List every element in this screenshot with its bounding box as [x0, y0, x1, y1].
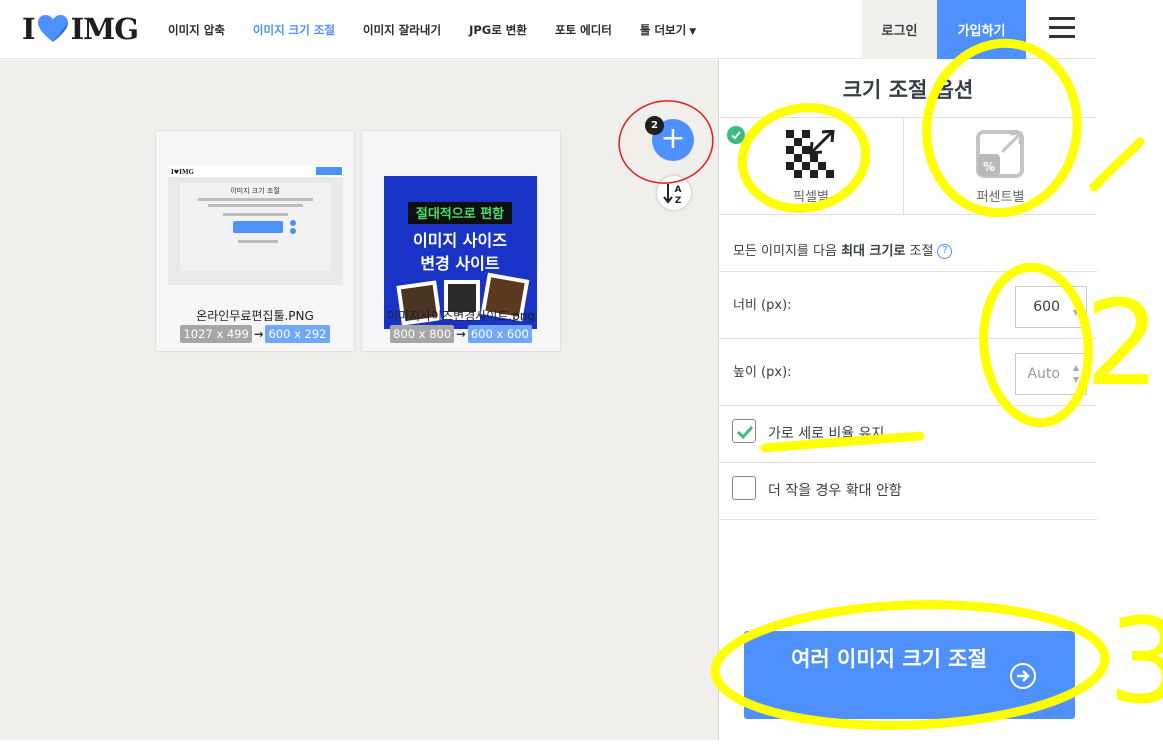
nav-crop[interactable]: 이미지 잘라내기 — [363, 22, 441, 38]
file-workspace: I♥IMG 이미지 크기 조절 온라인무료편집툴.PNG 1027 x 499 … — [0, 60, 718, 740]
arrow-circle-right-icon — [1010, 663, 1036, 689]
arrow-right-icon: → — [253, 327, 264, 341]
file-card[interactable]: I♥IMG 이미지 크기 조절 온라인무료편집툴.PNG 1027 x 499 … — [156, 131, 354, 351]
nav-more-tools[interactable]: 툴 더보기 ▼ — [640, 22, 696, 38]
divider — [719, 519, 1097, 520]
logo[interactable]: I IMG — [22, 12, 139, 46]
nav-compress[interactable]: 이미지 압축 — [168, 22, 225, 38]
height-label: 높이 (px): — [733, 365, 792, 380]
thumb-title: 이미지 크기 조절 — [230, 186, 280, 195]
svg-text:%: % — [983, 160, 995, 174]
logo-text-right: IMG — [70, 12, 139, 46]
file-name: 온라인무료편집툴.PNG — [196, 309, 314, 323]
height-row: 높이 (px): Auto ▲ ▼ — [719, 338, 1097, 405]
nav-photo-editor[interactable]: 포토 에디터 — [555, 22, 612, 38]
thumb-line2: 이미지 사이즈 — [413, 231, 507, 250]
logo-text-left: I — [22, 12, 36, 46]
file-dimensions: 1027 x 499 → 600 x 292 — [156, 325, 354, 343]
file-dimensions: 800 x 800 → 600 x 600 — [362, 325, 560, 343]
resize-button-label: 여러 이미지 크기 조절 — [791, 647, 987, 671]
keep-ratio-checkbox[interactable] — [732, 419, 756, 443]
nav-convert-jpg[interactable]: JPG로 변환 — [469, 22, 527, 38]
resize-description: 모든 이미지를 다음 최대 크기로 조절? — [733, 240, 953, 259]
checkmark-icon — [736, 425, 754, 440]
keep-ratio-label: 가로 세로 비율 유지 — [768, 426, 885, 442]
keep-ratio-row: 가로 세로 비율 유지 — [719, 405, 1097, 462]
options-title: 크기 조절 옵션 — [842, 78, 974, 102]
original-size: 800 x 800 — [390, 325, 455, 343]
sort-az-icon: A Z — [663, 184, 682, 206]
sort-az-button[interactable]: A Z — [657, 176, 691, 210]
app-root: I IMG 이미지 압축 이미지 크기 조절 이미지 잘라내기 JPG로 변환 … — [0, 0, 1163, 749]
arrow-right-icon: → — [456, 327, 466, 341]
mode-by-pixel[interactable]: 픽셀별 — [719, 117, 903, 215]
nav-resize[interactable]: 이미지 크기 조절 — [253, 22, 335, 38]
mode-by-percent[interactable]: % 퍼센트별 — [903, 117, 1097, 215]
height-input[interactable]: Auto ▲ ▼ — [1015, 353, 1087, 395]
width-spinner[interactable]: ▲ ▼ — [1071, 295, 1081, 319]
svg-text:Z: Z — [675, 196, 682, 206]
help-icon[interactable]: ? — [937, 244, 953, 259]
no-enlarge-label: 더 작을 경우 확대 안함 — [768, 483, 902, 499]
annotation-3: 3 — [1108, 592, 1163, 730]
file-name: 이미지사이즈변경사이트.png — [386, 309, 536, 323]
pixel-resize-icon — [786, 130, 835, 178]
file-card[interactable]: 절대적으로 편함 이미지 사이즈 변경 사이트 이미지사이즈변경사이트.png … — [362, 131, 560, 351]
no-enlarge-row: 더 작을 경우 확대 안함 — [719, 462, 1097, 519]
signup-button[interactable]: 가입하기 — [937, 0, 1026, 59]
options-sidebar: 크기 조절 옵션 픽셀별 % 퍼센트별 모든 이미지를 다음 최대 크기로 조절… — [718, 60, 1097, 740]
new-size: 600 x 292 — [265, 325, 330, 343]
mode-pixel-label: 픽셀별 — [793, 190, 829, 205]
caret-down-icon: ▼ — [689, 26, 697, 37]
file-thumbnail: I♥IMG 이미지 크기 조절 — [168, 165, 343, 285]
width-input[interactable]: 600 ▲ ▼ — [1015, 286, 1087, 328]
desc-suffix: 조절 — [905, 244, 934, 259]
file-count-badge: 2 — [645, 116, 664, 135]
mode-percent-label: 퍼센트별 — [976, 190, 1025, 205]
width-value: 600 — [1033, 299, 1060, 315]
width-row: 너비 (px): 600 ▲ ▼ — [719, 271, 1097, 338]
no-enlarge-checkbox[interactable] — [732, 476, 756, 500]
thumb-line1: 절대적으로 편함 — [416, 206, 504, 222]
desc-bold: 최대 크기로 — [841, 244, 906, 259]
resize-images-button[interactable]: 여러 이미지 크기 조절 — [744, 631, 1075, 719]
height-placeholder: Auto — [1027, 366, 1060, 382]
selected-check-icon — [727, 126, 745, 144]
desc-prefix: 모든 이미지를 다음 — [733, 244, 842, 259]
width-label: 너비 (px): — [733, 298, 792, 313]
nav-more-label: 툴 더보기 — [639, 22, 687, 37]
heart-logo-icon — [37, 15, 68, 42]
main-nav: 이미지 압축 이미지 크기 조절 이미지 잘라내기 JPG로 변환 포토 에디터… — [168, 0, 724, 59]
top-header: I IMG 이미지 압축 이미지 크기 조절 이미지 잘라내기 JPG로 변환 … — [0, 0, 1096, 59]
svg-text:I♥IMG: I♥IMG — [171, 169, 194, 176]
new-size: 600 x 600 — [467, 325, 532, 343]
login-button[interactable]: 로그인 — [862, 0, 937, 59]
percent-resize-icon: % — [976, 130, 1024, 178]
height-spinner[interactable]: ▲ ▼ — [1071, 362, 1081, 386]
svg-text:A: A — [675, 185, 682, 195]
thumb-line3: 변경 사이트 — [420, 254, 499, 273]
original-size: 1027 x 499 — [180, 325, 252, 343]
hamburger-menu-icon[interactable] — [1044, 17, 1080, 41]
